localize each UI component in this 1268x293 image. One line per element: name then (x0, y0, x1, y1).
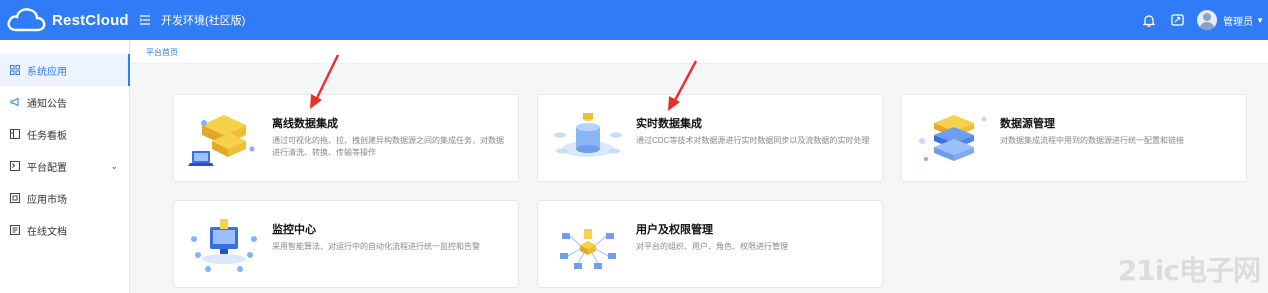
card-title: 实时数据集成 (636, 118, 702, 130)
card-datasource-management[interactable]: 数据源管理 对数据集成流程中用到的数据源进行统一配置和链接 (901, 94, 1247, 182)
breadcrumb-home[interactable]: 平台首页 (146, 47, 178, 58)
card-title: 数据源管理 (1000, 118, 1055, 130)
sidebar-item-online-docs[interactable]: 在线文档 (0, 214, 130, 246)
megaphone-icon (10, 97, 20, 107)
sidebar-item-label: 通知公告 (27, 98, 67, 110)
store-icon (10, 193, 20, 203)
cdc-illustration-icon (554, 113, 622, 157)
top-bar: RestCloud 开发环境(社区版) 管理员 ▼ (0, 0, 1268, 40)
environment-title: 开发环境(社区版) (161, 15, 246, 27)
sidebar-item-label: 应用市场 (27, 194, 67, 206)
user-name[interactable]: 管理员 (1223, 13, 1253, 28)
chevron-down-icon[interactable]: ⌄ (110, 161, 118, 172)
board-icon (10, 129, 20, 139)
sidebar-item-app-market[interactable]: 应用市场 (0, 182, 130, 214)
config-icon (10, 161, 20, 171)
grid-icon (10, 65, 20, 75)
user-avatar[interactable] (1197, 10, 1218, 30)
sidebar: 系统应用 通知公告 任务看板 平台配置 ⌄ 应用市场 在线文档 (0, 40, 130, 293)
notification-bell-icon[interactable] (1135, 0, 1163, 40)
logo[interactable]: RestCloud (0, 0, 130, 40)
sidebar-item-system-apps[interactable]: 系统应用 (0, 54, 130, 86)
chevron-down-icon[interactable]: ▼ (1256, 16, 1264, 25)
card-description: 通过可视化的拖、拉、拽创建异构数据源之间的集成任务，对数据进行清洗、转换、传输等… (272, 136, 504, 157)
card-title: 离线数据集成 (272, 118, 338, 130)
header-actions: 管理员 ▼ (1135, 0, 1268, 40)
permission-illustration-icon (560, 229, 616, 269)
card-user-permission-management[interactable]: 用户及权限管理 对平台的组织、用户、角色、权限进行管理 (537, 200, 883, 288)
card-monitoring-center[interactable]: 监控中心 采用智能算法、对运行中的自动化流程进行统一监控和告警 (173, 200, 519, 288)
sidebar-item-announcements[interactable]: 通知公告 (0, 86, 130, 118)
menu-toggle-icon[interactable] (138, 0, 152, 40)
screen-share-icon[interactable] (1163, 0, 1191, 40)
annotation-arrow-icon (310, 54, 340, 109)
sidebar-item-task-board[interactable]: 任务看板 (0, 118, 130, 150)
cloud-logo-icon (7, 8, 46, 32)
card-offline-integration[interactable]: 离线数据集成 通过可视化的拖、拉、拽创建异构数据源之间的集成任务，对数据进行清洗… (173, 94, 519, 182)
monitor-illustration-icon (191, 219, 257, 272)
sidebar-item-label: 系统应用 (27, 66, 67, 78)
sidebar-item-label: 任务看板 (27, 130, 67, 142)
card-title: 用户及权限管理 (636, 224, 713, 236)
document-icon (10, 225, 20, 235)
datasource-illustration-icon (919, 115, 987, 161)
card-realtime-integration[interactable]: 实时数据集成 通过CDC等技术对数据源进行实时数据同步以及流数据的实时处理 (537, 94, 883, 182)
card-description: 对数据集成流程中用到的数据源进行统一配置和链接 (1000, 136, 1184, 145)
card-description: 对平台的组织、用户、角色、权限进行管理 (636, 242, 788, 251)
card-description: 采用智能算法、对运行中的自动化流程进行统一监控和告警 (272, 242, 480, 251)
etl-illustration-icon (188, 115, 255, 166)
annotation-arrow-icon (668, 60, 698, 111)
card-title: 监控中心 (272, 224, 316, 236)
watermark: 21ic电子网 (1117, 254, 1261, 287)
sidebar-item-label: 平台配置 (27, 162, 67, 174)
logo-text: RestCloud (52, 11, 129, 29)
card-description: 通过CDC等技术对数据源进行实时数据同步以及流数据的实时处理 (636, 136, 870, 145)
sidebar-item-platform-config[interactable]: 平台配置 ⌄ (0, 150, 130, 182)
sidebar-item-label: 在线文档 (27, 226, 67, 238)
